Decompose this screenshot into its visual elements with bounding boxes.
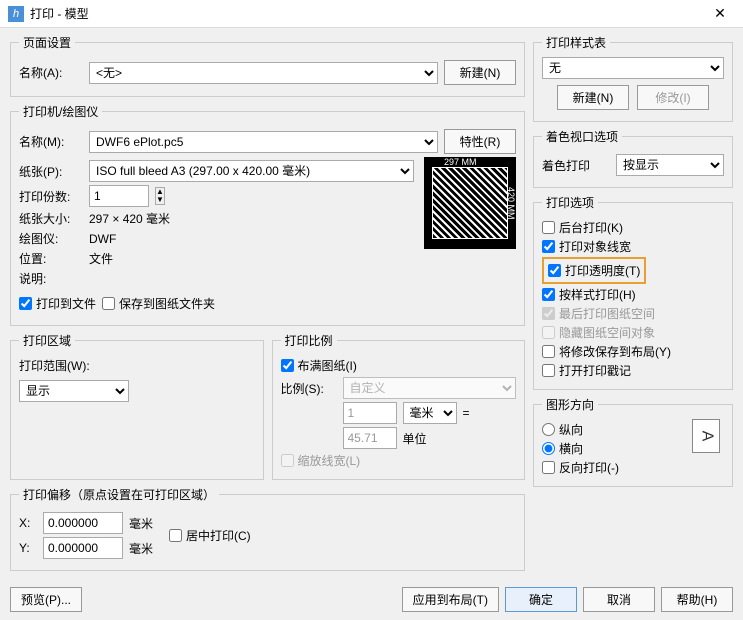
shaded-viewport-group: 着色视口选项 着色打印 按显示 bbox=[533, 128, 733, 188]
scale-lineweight-check: 缩放线宽(L) bbox=[281, 452, 517, 469]
plot-scale-legend: 打印比例 bbox=[281, 332, 337, 349]
style-new-button[interactable]: 新建(N) bbox=[557, 85, 629, 110]
opt-bystyle-check[interactable]: 按样式打印(H) bbox=[542, 286, 724, 303]
plotter-value: DWF bbox=[89, 232, 116, 246]
orient-portrait-radio[interactable]: 纵向 bbox=[542, 421, 692, 438]
printer-legend: 打印机/绘图仪 bbox=[19, 103, 102, 120]
shaded-label: 着色打印 bbox=[542, 157, 590, 174]
desc-label: 说明: bbox=[19, 270, 83, 287]
scale-num1-input bbox=[343, 402, 397, 424]
apply-layout-button[interactable]: 应用到布局(T) bbox=[402, 587, 499, 612]
pagesetup-new-button[interactable]: 新建(N) bbox=[444, 60, 516, 85]
cancel-button[interactable]: 取消 bbox=[583, 587, 655, 612]
paper-select[interactable]: ISO full bleed A3 (297.00 x 420.00 毫米) bbox=[89, 160, 414, 182]
plot-area-legend: 打印区域 bbox=[19, 332, 75, 349]
scale-num2-input bbox=[343, 427, 397, 449]
scale-ratio-select: 自定义 bbox=[343, 377, 517, 399]
opt-stamp-check[interactable]: 打开打印戳记 bbox=[542, 362, 724, 379]
opt-paperlast-check: 最后打印图纸空间 bbox=[542, 305, 724, 322]
copies-input[interactable] bbox=[89, 185, 149, 207]
center-plot-check[interactable]: 居中打印(C) bbox=[169, 527, 251, 544]
help-button[interactable]: 帮助(H) bbox=[661, 587, 733, 612]
window-title: 打印 - 模型 bbox=[30, 5, 705, 22]
opt-transparency-highlight: 打印透明度(T) bbox=[542, 257, 646, 284]
style-modify-button: 修改(I) bbox=[637, 85, 709, 110]
print-to-file-check[interactable]: 打印到文件 bbox=[19, 295, 96, 312]
scale-ratio-label: 比例(S): bbox=[281, 380, 337, 397]
size-label: 纸张大小: bbox=[19, 210, 83, 227]
opt-background-check[interactable]: 后台打印(K) bbox=[542, 219, 724, 236]
orient-reverse-check[interactable]: 反向打印(-) bbox=[542, 459, 692, 476]
location-value: 文件 bbox=[89, 250, 113, 267]
location-label: 位置: bbox=[19, 250, 83, 267]
printer-group: 打印机/绘图仪 名称(M): DWF6 ePlot.pc5 特性(R) 纸张(P… bbox=[10, 103, 525, 326]
scale-equals: = bbox=[463, 406, 470, 420]
opt-transparency-check[interactable]: 打印透明度(T) bbox=[548, 262, 640, 279]
scale-unit1-select[interactable]: 毫米 bbox=[403, 402, 457, 424]
plotter-label: 绘图仪: bbox=[19, 230, 83, 247]
plot-options-group: 打印选项 后台打印(K) 打印对象线宽 打印透明度(T) 按样式打印(H) 最后… bbox=[533, 194, 733, 390]
app-icon: h bbox=[8, 6, 24, 22]
printer-name-label: 名称(M): bbox=[19, 133, 83, 150]
orientation-icon: A bbox=[692, 419, 720, 453]
plot-scale-group: 打印比例 布满图纸(I) 比例(S): 自定义 毫米 = 单位 缩放线宽 bbox=[272, 332, 526, 480]
printer-props-button[interactable]: 特性(R) bbox=[444, 129, 516, 154]
preview-button[interactable]: 预览(P)... bbox=[10, 587, 82, 612]
close-icon[interactable]: ✕ bbox=[705, 5, 735, 22]
save-to-folder-check[interactable]: 保存到图纸文件夹 bbox=[102, 295, 215, 312]
plot-offset-legend: 打印偏移（原点设置在可打印区域） bbox=[19, 486, 219, 503]
titlebar: h 打印 - 模型 ✕ bbox=[0, 0, 743, 28]
plot-area-group: 打印区域 打印范围(W): 显示 bbox=[10, 332, 264, 480]
page-setup-group: 页面设置 名称(A): <无> 新建(N) bbox=[10, 34, 525, 97]
offset-x-unit: 毫米 bbox=[129, 515, 153, 532]
size-value: 297 × 420 毫米 bbox=[89, 210, 170, 227]
orientation-legend: 图形方向 bbox=[542, 396, 598, 413]
opt-lineweight-check[interactable]: 打印对象线宽 bbox=[542, 238, 724, 255]
plot-offset-group: 打印偏移（原点设置在可打印区域） X: 毫米 Y: 毫米 居中打印(C) bbox=[10, 486, 525, 571]
style-table-legend: 打印样式表 bbox=[542, 34, 610, 51]
orientation-group: 图形方向 纵向 横向 反向打印(-) A bbox=[533, 396, 733, 487]
pagesetup-name-select[interactable]: <无> bbox=[89, 62, 438, 84]
copies-label: 打印份数: bbox=[19, 188, 83, 205]
fit-to-paper-check[interactable]: 布满图纸(I) bbox=[281, 357, 517, 374]
printer-name-select[interactable]: DWF6 ePlot.pc5 bbox=[89, 131, 438, 153]
offset-y-label: Y: bbox=[19, 541, 37, 555]
offset-x-input[interactable] bbox=[43, 512, 123, 534]
paper-label: 纸张(P): bbox=[19, 163, 83, 180]
paper-preview: 297 MM 420 MM bbox=[424, 157, 516, 249]
orient-landscape-radio[interactable]: 横向 bbox=[542, 440, 692, 457]
shaded-select[interactable]: 按显示 bbox=[616, 154, 724, 176]
offset-x-label: X: bbox=[19, 516, 37, 530]
style-table-group: 打印样式表 无 新建(N) 修改(I) bbox=[533, 34, 733, 122]
plot-range-select[interactable]: 显示 bbox=[19, 380, 129, 402]
opt-hidepaper-check: 隐藏图纸空间对象 bbox=[542, 324, 724, 341]
plot-options-legend: 打印选项 bbox=[542, 194, 598, 211]
offset-y-input[interactable] bbox=[43, 537, 123, 559]
ok-button[interactable]: 确定 bbox=[505, 587, 577, 612]
shaded-legend: 着色视口选项 bbox=[542, 128, 622, 145]
offset-y-unit: 毫米 bbox=[129, 540, 153, 557]
plot-range-label: 打印范围(W): bbox=[19, 359, 90, 373]
style-table-select[interactable]: 无 bbox=[542, 57, 724, 79]
opt-savelayout-check[interactable]: 将修改保存到布局(Y) bbox=[542, 343, 724, 360]
copies-spinner[interactable]: ▲▼ bbox=[155, 187, 165, 205]
page-setup-legend: 页面设置 bbox=[19, 34, 75, 51]
preview-top-label: 297 MM bbox=[444, 157, 477, 167]
footer: 预览(P)... 应用到布局(T) 确定 取消 帮助(H) bbox=[0, 583, 743, 620]
pagesetup-name-label: 名称(A): bbox=[19, 64, 83, 81]
scale-unit2-label: 单位 bbox=[403, 430, 427, 447]
